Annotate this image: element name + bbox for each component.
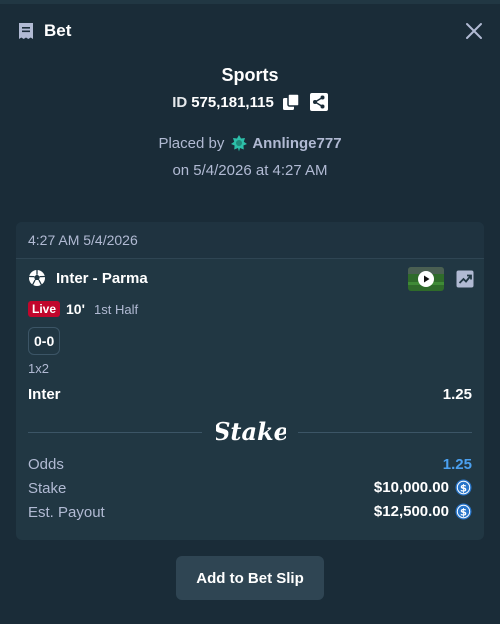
placed-by-label: Placed by	[158, 134, 225, 152]
bet-id-prefix: ID	[172, 93, 188, 111]
payout-label: Est. Payout	[28, 504, 105, 521]
receipt-icon	[19, 23, 33, 39]
stake-logo-text: Stake	[216, 417, 286, 446]
stake-value: $10,000.00	[373, 479, 449, 496]
payout-amount: $12,500.00 $	[374, 503, 472, 520]
copy-icon[interactable]	[282, 93, 300, 111]
market-name: 1x2	[28, 361, 49, 376]
odds-value: 1.25	[442, 456, 472, 473]
bet-card: 4:27 AM 5/4/2026 Inter - Parma Live 10' …	[16, 222, 484, 540]
divider-left	[28, 432, 202, 433]
stake-amount: $10,000.00 $	[374, 479, 472, 496]
selection-odds: 1.25	[442, 386, 472, 403]
usd-coin-icon: $	[455, 479, 472, 496]
svg-text:$: $	[460, 483, 467, 494]
modal-title: Bet	[44, 21, 72, 40]
bet-category: Sports	[221, 65, 279, 85]
svg-text:$: $	[460, 507, 467, 518]
live-badge: Live	[28, 301, 61, 317]
match-minute: 10'	[66, 301, 85, 317]
payout-value: $12,500.00	[373, 503, 449, 520]
placed-date: on 5/4/2026 at 4:27 AM	[172, 162, 328, 179]
divider-right	[298, 432, 472, 433]
video-thumbnail[interactable]	[408, 267, 444, 291]
trend-chart-icon[interactable]	[456, 270, 474, 288]
score-box: 0-0	[28, 327, 61, 355]
card-header: 4:27 AM 5/4/2026	[16, 222, 484, 259]
usd-coin-icon: $	[455, 503, 472, 520]
modal-header: Bet	[0, 0, 500, 60]
username-link[interactable]: Annlinge777	[252, 135, 341, 152]
close-icon[interactable]	[464, 21, 484, 41]
stake-label: Stake	[28, 480, 67, 497]
odds-label: Odds	[28, 456, 64, 473]
stake-logo: Stake	[216, 417, 286, 446]
match-period: 1st Half	[94, 302, 139, 317]
add-to-bet-slip-button[interactable]: Add to Bet Slip	[176, 556, 324, 600]
match-name[interactable]: Inter - Parma	[56, 270, 148, 287]
bet-id-value: 575,181,115	[191, 93, 274, 111]
share-icon[interactable]	[309, 93, 328, 111]
card-timestamp: 4:27 AM 5/4/2026	[28, 232, 138, 248]
vip-badge-icon	[231, 135, 248, 152]
bet-id-row: ID 575,181,115	[0, 91, 500, 113]
soccer-ball-icon	[28, 270, 46, 286]
selection-name: Inter	[28, 386, 61, 403]
placed-by-row: Placed by Annlinge777	[0, 132, 500, 154]
